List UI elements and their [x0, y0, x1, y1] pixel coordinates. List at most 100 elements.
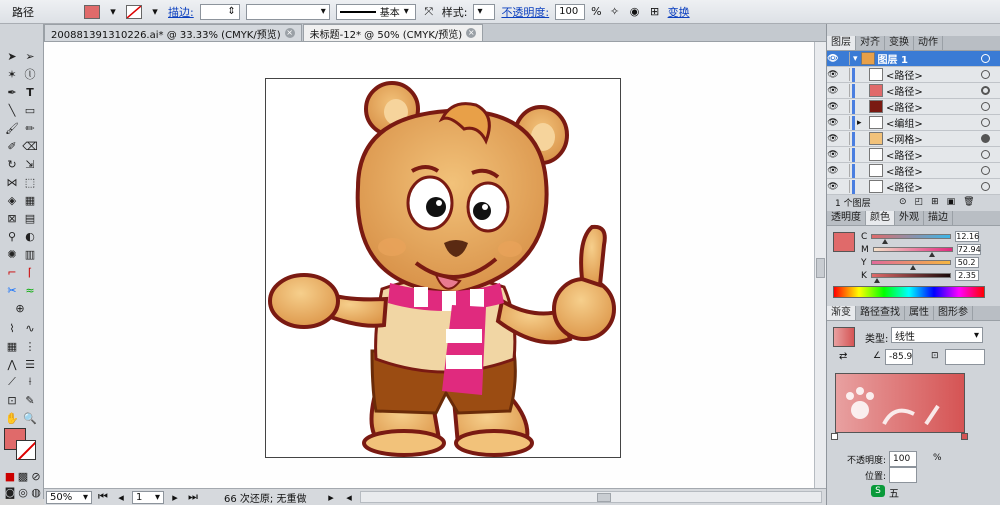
lock-toggle[interactable] [839, 148, 850, 161]
gradient-tool-icon[interactable]: ▤ [22, 210, 38, 226]
layer-row[interactable]: 👁 <路径> [827, 163, 1000, 179]
first-page-icon[interactable]: ⏮ [96, 490, 110, 504]
close-icon[interactable]: × [284, 28, 295, 38]
shape-builder-tool-icon[interactable]: ◈ [4, 192, 20, 208]
type-tool-icon[interactable]: T [22, 84, 38, 100]
rectangle-tool-icon[interactable]: ▭ [22, 102, 38, 118]
next-page-icon[interactable]: ▸ [168, 490, 182, 504]
tab-layers[interactable]: 图层 [827, 36, 856, 50]
scale-tool-icon[interactable]: ⇲ [22, 156, 38, 172]
channel-value[interactable]: 12.16 [955, 231, 980, 242]
layer-row[interactable]: 👁 <路径> [827, 147, 1000, 163]
brush-profile-dropdown[interactable]: 基本 ▾ [335, 3, 416, 20]
crop-tool-icon[interactable]: ⊡ [4, 392, 20, 408]
gradient-stop-right[interactable] [961, 433, 968, 440]
gradient-preview[interactable] [833, 327, 855, 347]
zoom-tool-icon[interactable]: 🔍 [22, 410, 38, 426]
slice-tool-icon[interactable]: ⌈ [22, 264, 38, 280]
eye-icon[interactable]: 👁 [827, 134, 839, 144]
eye-icon[interactable]: 👁 [827, 182, 839, 192]
fill-preview[interactable] [833, 232, 855, 252]
horizontal-scrollbar[interactable] [360, 491, 822, 503]
paintbrush-tool-icon[interactable]: 🖌 [4, 120, 20, 136]
lock-toggle[interactable] [839, 132, 850, 145]
blob-brush-tool-icon[interactable]: ✐ [4, 138, 20, 154]
layer-row[interactable]: 👁 <路径> [827, 179, 1000, 195]
scissors-tool-icon[interactable]: ✂ [4, 282, 20, 298]
tab-gradient[interactable]: 渐变 [827, 306, 856, 320]
canvas-area[interactable] [44, 42, 814, 488]
reverse-gradient-icon[interactable]: ⇄ [839, 351, 847, 362]
opacity-input[interactable]: 100 [555, 3, 586, 20]
tab-pathfinder[interactable]: 路径查找 [856, 306, 905, 320]
eye-icon[interactable]: 👁 [827, 150, 839, 160]
delete-layer-icon[interactable]: 🗑 [963, 197, 974, 207]
tab-color[interactable]: 颜色 [866, 211, 895, 225]
input-method-icon[interactable]: S [871, 485, 885, 497]
gradient-type-dropdown[interactable]: 线性 ▾ [891, 327, 983, 343]
scroll-left-icon[interactable]: ◂ [342, 490, 356, 504]
stroke-weight-dropdown[interactable]: ⇕ [199, 3, 240, 20]
knife-tool-icon[interactable]: ⟊ [22, 374, 38, 390]
pencil-tool-icon[interactable]: ✏ [22, 120, 38, 136]
eye-icon[interactable]: 👁 [827, 102, 839, 112]
lock-toggle[interactable] [839, 116, 850, 129]
channel-value[interactable]: 2.35 [954, 270, 979, 281]
tab-transform[interactable]: 变换 [885, 36, 914, 50]
mesh-tool-icon[interactable]: ⊠ [4, 210, 20, 226]
measure-tool-icon[interactable]: ⟋ [4, 374, 20, 390]
scrollbar-thumb[interactable] [816, 258, 825, 278]
scrollbar-thumb[interactable] [597, 493, 611, 502]
eyedropper-tool-icon[interactable]: ⚲ [4, 228, 20, 244]
style-dropdown[interactable]: ▾ [473, 3, 496, 20]
channel-value[interactable]: 50.2 [954, 257, 979, 268]
aspect-input[interactable] [945, 349, 985, 365]
slider-marker[interactable] [873, 278, 880, 283]
tab-document-2[interactable]: 未标题-12* @ 50% (CMYK/预览) × [302, 24, 484, 41]
layer-row[interactable]: 👁 <路径> [827, 67, 1000, 83]
angle-input[interactable]: -85.9 [885, 349, 913, 365]
eye-icon[interactable]: 👁 [827, 54, 839, 64]
chart-tool-icon[interactable]: ⋀ [4, 356, 20, 372]
blend-tool-icon[interactable]: ◐ [22, 228, 38, 244]
target-icon[interactable] [981, 102, 990, 111]
direct-selection-tool-icon[interactable]: ➢ [22, 48, 38, 64]
slider-c[interactable]: C 12.16 [861, 230, 981, 244]
layer-row[interactable]: 👁 ▸ <编组> [827, 115, 1000, 131]
envelope-icon[interactable]: ⤧ [422, 5, 436, 19]
target-icon[interactable] [981, 118, 990, 127]
tab-actions[interactable]: 动作 [914, 36, 943, 50]
variable-width-dropdown[interactable]: ▾ [245, 3, 330, 20]
expand-icon[interactable]: ▸ [857, 118, 869, 128]
gradient-opacity-input[interactable]: 100 [889, 451, 917, 467]
hand-tool-icon[interactable]: ✋ [4, 410, 20, 426]
target-icon[interactable] [981, 150, 990, 159]
draw-inside-icon[interactable]: ◍ [28, 484, 44, 500]
slider-m[interactable]: M 72.94 [861, 243, 981, 257]
selection-tool-icon[interactable]: ➤ [4, 48, 20, 64]
globe-icon[interactable]: ◉ [628, 5, 642, 19]
lock-toggle[interactable] [839, 84, 850, 97]
target-icon[interactable] [981, 134, 990, 143]
crosshair-tool-icon[interactable]: ⊕ [12, 300, 28, 316]
lock-toggle[interactable] [839, 52, 850, 65]
recolor-icon[interactable]: ✧ [608, 5, 622, 19]
target-icon[interactable] [981, 70, 990, 79]
gradient-stop-left[interactable] [831, 433, 838, 440]
slider-marker[interactable] [909, 265, 916, 270]
stroke-link[interactable]: 描边: [168, 4, 194, 20]
layer-row[interactable]: 👁 <路径> [827, 83, 1000, 99]
status-menu-icon[interactable]: ▸ [324, 490, 338, 504]
width-tool-icon[interactable]: ⋈ [4, 174, 20, 190]
lock-toggle[interactable] [839, 100, 850, 113]
symbol-sprayer-tool-icon[interactable]: ✺ [4, 246, 20, 262]
magic-wand-tool-icon[interactable]: ✶ [4, 66, 20, 82]
fill-swatch[interactable] [84, 4, 100, 19]
tab-graphic-styles[interactable]: 图形参 [934, 306, 973, 320]
artboard[interactable] [265, 78, 621, 458]
slice-select-tool-icon[interactable]: ✎ [22, 392, 38, 408]
channel-value[interactable]: 72.94 [956, 244, 981, 255]
rotate-tool-icon[interactable]: ↻ [4, 156, 20, 172]
new-sublayer-icon[interactable]: ⊞ [931, 197, 939, 207]
tab-attributes[interactable]: 属性 [905, 306, 934, 320]
